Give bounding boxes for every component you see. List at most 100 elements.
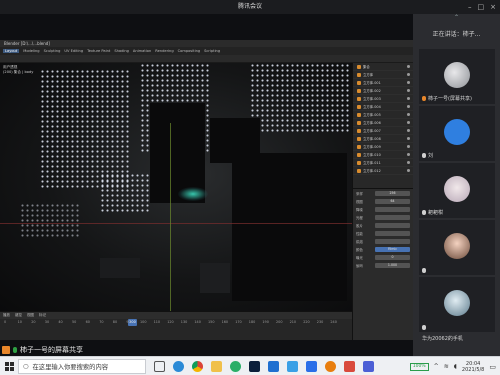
property-value[interactable] — [375, 214, 410, 220]
timeline-menu-item[interactable]: 播放 — [3, 313, 10, 318]
visibility-icon[interactable] — [407, 153, 410, 156]
outliner-item[interactable]: 立方体.002 — [353, 87, 413, 95]
property-value[interactable] — [375, 238, 410, 244]
chevron-up-icon[interactable]: ^ — [434, 363, 439, 370]
property-value[interactable]: 256 — [375, 190, 410, 196]
battery-indicator[interactable]: 100% — [409, 362, 429, 371]
chrome-icon[interactable] — [192, 360, 203, 372]
outliner-item[interactable]: 立方体.007 — [353, 127, 413, 135]
property-row[interactable]: 采样 256 — [353, 189, 413, 197]
visibility-icon[interactable] — [407, 65, 410, 68]
visibility-icon[interactable] — [407, 105, 410, 108]
blender-icon[interactable] — [325, 360, 336, 372]
outliner-item[interactable]: 立方体.003 — [353, 95, 413, 103]
outliner-item[interactable]: 立方体.005 — [353, 111, 413, 119]
outliner-item[interactable]: 立方体.010 — [353, 151, 413, 159]
property-value[interactable]: 64 — [375, 198, 410, 204]
visibility-icon[interactable] — [407, 97, 410, 100]
visibility-icon[interactable] — [407, 137, 410, 140]
task-view-icon[interactable] — [154, 360, 165, 372]
property-value[interactable] — [375, 230, 410, 236]
frame-tick: 140 — [194, 320, 201, 324]
photoshop-icon[interactable] — [249, 360, 260, 372]
property-row[interactable]: 颜色 Filmic — [353, 245, 413, 253]
participant-tile[interactable]: 耙耙柑 — [419, 163, 495, 218]
visibility-icon[interactable] — [407, 73, 410, 76]
edge-icon[interactable] — [173, 360, 184, 372]
visibility-icon[interactable] — [407, 161, 410, 164]
search-box[interactable]: ○ 在这里输入你要搜索的内容 — [18, 358, 146, 374]
close-icon[interactable]: × — [490, 0, 496, 14]
wechat-icon[interactable] — [230, 360, 241, 372]
outliner-item[interactable]: 立方体.009 — [353, 143, 413, 151]
workspace-tab[interactable]: Texture Paint — [87, 49, 110, 53]
visibility-icon[interactable] — [407, 113, 410, 116]
timeline-menu-item[interactable]: 视图 — [27, 313, 34, 318]
property-value[interactable]: 1.000 — [375, 262, 410, 268]
visibility-icon[interactable] — [407, 89, 410, 92]
participant-tile[interactable]: 华为20062的手机 — [419, 302, 495, 342]
volume-icon[interactable]: ◖ — [454, 363, 457, 370]
workspace-tab[interactable]: Scripting — [204, 49, 220, 53]
workspace-tab[interactable]: Layout — [3, 49, 20, 53]
properties-panel[interactable]: 采样 256 视图 64 降噪 光程 胶片 性能 烘焙 颜色 Filmic 曝光 0 伽玛 1.000 — [352, 188, 413, 340]
timeline-menu-item[interactable]: 标记 — [39, 313, 46, 318]
property-value[interactable] — [375, 222, 410, 228]
property-row[interactable]: 降噪 — [353, 205, 413, 213]
property-value[interactable]: 0 — [375, 254, 410, 260]
explorer-icon[interactable] — [211, 360, 222, 372]
maximize-icon[interactable]: □ — [478, 0, 485, 14]
property-value[interactable] — [375, 206, 410, 212]
panel-up-arrow[interactable]: ⌃ — [413, 14, 500, 22]
property-row[interactable]: 伽玛 1.000 — [353, 261, 413, 269]
workspace-tab[interactable]: UV Editing — [64, 49, 83, 53]
system-clock[interactable]: 20:04 2021/5/8 — [462, 361, 484, 373]
taskbar-apps — [154, 360, 374, 372]
outliner-item[interactable]: 立方体 — [353, 71, 413, 79]
property-row[interactable]: 性能 — [353, 229, 413, 237]
outliner[interactable]: 集合 立方体 立方体.001 立方体.002 立方体.003 立方体.004 立方体.005… — [352, 63, 413, 188]
frame-ruler[interactable]: 200 0 10 20 30 40 50 60 70 80 90 100 110 120 130 140 15… — [0, 319, 352, 327]
visibility-icon[interactable] — [407, 129, 410, 132]
workspace-tab[interactable]: Shading — [114, 49, 129, 53]
visibility-icon[interactable] — [407, 81, 410, 84]
windows-start-icon[interactable] — [0, 357, 18, 375]
participant-tile[interactable]: 柿子一号(屏幕共享) — [419, 49, 495, 104]
timeline[interactable]: 播放 键控 视图 标记 200 0 10 20 30 40 50 60 70 80 90 100 110 12… — [0, 311, 352, 340]
outliner-item-label: 立方体.005 — [363, 113, 381, 117]
outliner-item[interactable]: 立方体.004 — [353, 103, 413, 111]
outliner-item[interactable]: 立方体.011 — [353, 159, 413, 167]
workspace-tab[interactable]: Compositing — [178, 49, 201, 53]
frame-tick: 190 — [262, 320, 269, 324]
property-row[interactable]: 烘焙 — [353, 237, 413, 245]
outliner-item[interactable]: 立方体.006 — [353, 119, 413, 127]
minimize-icon[interactable]: – — [468, 0, 472, 14]
workspace-tab[interactable]: Rendering — [155, 49, 173, 53]
property-row[interactable]: 视图 64 — [353, 197, 413, 205]
property-row[interactable]: 光程 — [353, 213, 413, 221]
app-icon[interactable] — [287, 360, 298, 372]
timeline-menu-item[interactable]: 键控 — [15, 313, 22, 318]
outliner-item[interactable]: 立方体.008 — [353, 135, 413, 143]
workspace-tab[interactable]: Animation — [133, 49, 151, 53]
tencent-meeting-icon[interactable] — [306, 360, 317, 372]
mail-icon[interactable] — [268, 360, 279, 372]
property-value[interactable]: Filmic — [375, 246, 410, 252]
app-icon[interactable] — [344, 360, 355, 372]
participant-tile[interactable] — [419, 220, 495, 275]
outliner-item[interactable]: 集合 — [353, 63, 413, 71]
notification-icon[interactable]: ▭ — [489, 363, 496, 371]
outliner-item[interactable]: 立方体.012 — [353, 167, 413, 175]
visibility-icon[interactable] — [407, 121, 410, 124]
workspace-tab[interactable]: Modeling — [23, 49, 39, 53]
3d-viewport[interactable]: 用户透视 (200) 集合 | body — [0, 63, 352, 311]
property-row[interactable]: 曝光 0 — [353, 253, 413, 261]
app-icon[interactable] — [363, 360, 374, 372]
outliner-item[interactable]: 立方体.001 — [353, 79, 413, 87]
visibility-icon[interactable] — [407, 145, 410, 148]
visibility-icon[interactable] — [407, 169, 410, 172]
workspace-tab[interactable]: Sculpting — [44, 49, 61, 53]
participant-tile[interactable]: 刘 — [419, 106, 495, 161]
wifi-icon[interactable]: ≋ — [444, 363, 449, 370]
property-row[interactable]: 胶片 — [353, 221, 413, 229]
